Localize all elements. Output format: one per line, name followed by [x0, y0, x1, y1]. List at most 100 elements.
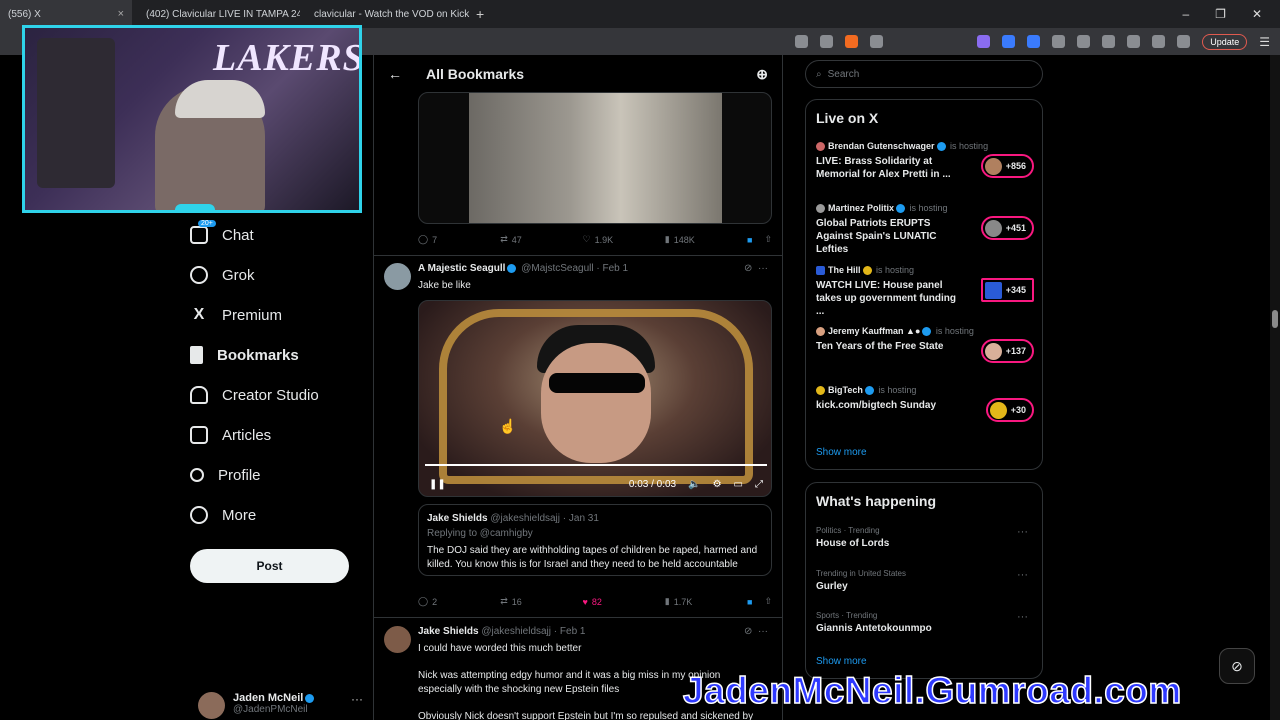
add-folder-icon[interactable]: ⊕	[756, 66, 768, 83]
search-input[interactable]: ⌕ Search	[805, 60, 1043, 88]
video-progress-bar[interactable]	[425, 464, 767, 466]
listener-pill[interactable]: +345	[980, 278, 1034, 302]
media-image	[469, 93, 722, 223]
tab-kick[interactable]: clavicular - Watch the VOD on Kick	[300, 0, 470, 28]
tweet-date[interactable]: · Feb 1	[554, 626, 586, 637]
post-button[interactable]: Post	[190, 549, 349, 583]
like-button[interactable]: ♥ 82	[583, 597, 665, 607]
reply-button[interactable]: ◯ 7	[418, 234, 500, 245]
like-button[interactable]: ♡ 1.9K	[583, 234, 665, 245]
quoted-tweet[interactable]: Jake Shields @jakeshieldsajj · Jan 31 Re…	[418, 504, 772, 576]
listener-pill[interactable]: +856	[980, 154, 1034, 178]
grok-icon[interactable]: ⊘	[744, 626, 752, 637]
extension-icon[interactable]	[1027, 35, 1041, 48]
trend-item[interactable]: Trending in United States Gurley ···	[816, 569, 1034, 592]
sidebar-item-premium[interactable]: X Premium	[190, 295, 365, 335]
tweet-date[interactable]: · Feb 1	[596, 263, 628, 274]
extension-icon[interactable]	[1002, 35, 1016, 48]
articles-icon	[190, 426, 208, 444]
views-button[interactable]: ▮ 148K	[665, 234, 747, 245]
rewards-icon[interactable]	[870, 35, 884, 48]
scrollbar[interactable]	[1270, 55, 1280, 720]
avatar[interactable]	[384, 263, 411, 290]
tweet-media[interactable]	[418, 92, 772, 224]
repost-button[interactable]: ⇄ 47	[500, 234, 582, 245]
author-name[interactable]: A Majestic Seagull	[418, 263, 505, 274]
sidebar-item-more[interactable]: More	[190, 495, 365, 535]
sidebar-item-chat[interactable]: 20+ Chat	[190, 215, 365, 255]
show-more-link[interactable]: Show more	[816, 447, 867, 458]
vpn-icon[interactable]	[1177, 35, 1191, 48]
trend-item[interactable]: Sports · Trending Giannis Antetokounmpo …	[816, 611, 1034, 634]
verified-icon	[896, 204, 906, 214]
sidebar-item-profile[interactable]: Profile	[190, 455, 365, 495]
volume-icon[interactable]: 🔈	[688, 479, 700, 490]
more-icon[interactable]: ···	[758, 263, 768, 274]
grok-float-button[interactable]: ⊘	[1219, 648, 1255, 684]
menu-icon[interactable]: ☰	[1259, 35, 1270, 49]
share-icon[interactable]: ⇧	[764, 596, 772, 607]
live-item[interactable]: Jeremy Kauffman ▲● is hosting Ten Years …	[816, 326, 1034, 363]
sidebar-item-creator-studio[interactable]: Creator Studio	[190, 375, 365, 415]
brave-shield-icon[interactable]	[845, 35, 859, 48]
scrollbar-thumb[interactable]	[1272, 310, 1278, 328]
host-name: Jeremy Kauffman	[828, 326, 904, 336]
account-switcher[interactable]: Jaden McNeil @JadenPMcNeil ···	[198, 692, 363, 720]
more-icon[interactable]: ···	[351, 692, 363, 706]
avatar	[984, 281, 1002, 299]
extension-icon[interactable]	[977, 35, 991, 48]
creator-studio-icon	[190, 386, 208, 404]
tab-youtube[interactable]: (402) Clavicular LIVE IN TAMPA 24HR	[132, 0, 300, 28]
fullscreen-icon[interactable]: ⤢	[755, 479, 763, 490]
listener-count: +137	[1005, 346, 1026, 356]
video-player[interactable]: ❚❚ 0:03 / 0:03 🔈 ⚙ ▭ ⤢	[418, 300, 772, 497]
back-arrow-icon[interactable]: ←	[388, 66, 402, 82]
show-more-link[interactable]: Show more	[816, 656, 867, 667]
tweet-header: Jake Shields @jakeshieldsajj · Feb 1	[418, 626, 585, 637]
share-icon[interactable]	[820, 35, 834, 48]
more-icon[interactable]: ···	[758, 626, 768, 637]
video-controls: ❚❚ 0:03 / 0:03 🔈 ⚙ ▭ ⤢	[419, 471, 771, 496]
close-window-button[interactable]: ✕	[1252, 7, 1262, 21]
listener-pill[interactable]: +137	[980, 339, 1034, 363]
more-icon[interactable]: ···	[1017, 526, 1028, 538]
grok-icon[interactable]: ⊘	[744, 263, 752, 274]
live-item[interactable]: BigTech is hosting kick.com/bigtech Sund…	[816, 385, 1034, 422]
wallet-icon[interactable]	[1127, 35, 1141, 48]
share-icon[interactable]: ⇧	[764, 234, 772, 245]
new-tab-button[interactable]: +	[476, 6, 484, 22]
bookmark-icon[interactable]: ■	[747, 235, 752, 245]
repost-button[interactable]: ⇄ 16	[500, 596, 582, 607]
live-item[interactable]: The Hill is hosting WATCH LIVE: House pa…	[816, 265, 1034, 318]
update-button[interactable]: Update	[1202, 33, 1248, 50]
listener-pill[interactable]: +451	[980, 216, 1034, 240]
trend-item[interactable]: Politics · Trending House of Lords ···	[816, 526, 1034, 549]
maximize-button[interactable]: ❐	[1215, 7, 1226, 21]
more-icon[interactable]: ···	[1017, 611, 1028, 623]
puzzle-icon[interactable]	[1052, 35, 1066, 48]
reply-button[interactable]: ◯ 2	[418, 596, 500, 607]
author-name[interactable]: Jake Shields	[418, 626, 479, 637]
close-icon[interactable]: ×	[118, 8, 124, 20]
extension-icon[interactable]	[1077, 35, 1091, 48]
minimize-button[interactable]: –	[1182, 7, 1189, 21]
views-button[interactable]: ▮ 1.7K	[665, 596, 747, 607]
live-item[interactable]: Martinez Politix is hosting Global Patri…	[816, 203, 1034, 256]
sidebar-item-articles[interactable]: Articles	[190, 415, 365, 455]
pause-icon[interactable]: ❚❚	[429, 479, 446, 490]
live-title: Global Patriots ERUPTS Against Spain's L…	[816, 218, 937, 256]
whats-happening-panel: What's happening Politics · Trending Hou…	[805, 482, 1043, 679]
tab-x[interactable]: (556) X ×	[0, 0, 132, 28]
avatar[interactable]	[384, 626, 411, 653]
sidebar-item-grok[interactable]: Grok	[190, 255, 365, 295]
pip-icon[interactable]: ▭	[734, 479, 743, 490]
listener-pill[interactable]: +30	[985, 398, 1034, 422]
settings-icon[interactable]: ⚙	[713, 479, 722, 490]
bookmark-icon[interactable]: ■	[747, 597, 752, 607]
sidebar-item-bookmarks[interactable]: Bookmarks	[190, 335, 365, 375]
leo-icon[interactable]	[1152, 35, 1166, 48]
live-item[interactable]: Brendan Gutenschwager is hosting LIVE: B…	[816, 141, 1034, 181]
music-icon[interactable]	[1102, 35, 1116, 48]
screenshot-icon[interactable]	[795, 35, 809, 48]
more-icon[interactable]: ···	[1017, 569, 1028, 581]
